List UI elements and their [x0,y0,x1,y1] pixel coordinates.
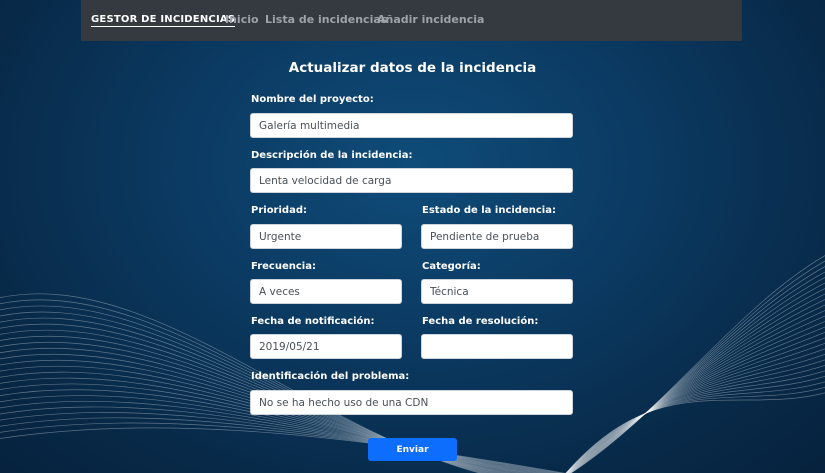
frequency-input[interactable] [250,279,402,304]
wave-line [566,370,825,473]
wave-line [0,406,551,473]
wave-line [567,332,825,473]
status-label: Estado de la incidencia: [422,205,556,216]
status-input[interactable] [421,224,573,249]
wave-line [566,342,825,473]
frequency-label: Frecuencia: [251,261,316,272]
wave-line [568,299,825,473]
problem-id-input[interactable] [250,390,573,415]
wave-line [0,422,563,473]
wave-line [567,326,825,473]
description-label: Descripción de la incidencia: [251,150,413,161]
wave-line [0,412,555,473]
wave-line [570,260,825,473]
wave-line [567,315,825,473]
wave-line [568,304,825,473]
wave-line [568,293,825,473]
wave-line [0,371,525,473]
notification-date-label: Fecha de notificación: [251,316,375,327]
wave-line [565,381,825,473]
project-name-input[interactable] [250,113,573,138]
wave-line [567,310,825,473]
wave-line [568,282,825,473]
wave-line [566,364,825,473]
wave-line [569,277,825,473]
wave-line [569,266,825,473]
wave-line [567,337,825,473]
nav-link-inicio[interactable]: Inicio [225,13,259,26]
nav-link-anadir-incidencia[interactable]: Añadir incidencia [377,13,484,26]
priority-input[interactable] [250,224,402,249]
wave-line [566,375,825,473]
project-name-label: Nombre del proyecto: [251,94,374,105]
wave-line [570,255,825,473]
wave-line [566,348,825,473]
navbar: GESTOR DE INCIDENCIAS Inicio Lista de in… [81,0,742,41]
wave-line [566,353,825,473]
category-input[interactable] [421,279,573,304]
wave-line [565,392,825,473]
priority-label: Prioridad: [251,205,307,216]
resolution-date-label: Fecha de resolución: [422,316,539,327]
nav-link-lista-incidencias[interactable]: Lista de incidencias [265,13,387,26]
resolution-date-input[interactable] [421,334,573,359]
wave-line [569,271,825,473]
wave-line [567,321,825,473]
wave-line [568,288,825,473]
notification-date-input[interactable] [250,334,402,359]
problem-id-label: Identificación del problema: [251,371,410,382]
wave-line [0,417,559,473]
form-title: Actualizar datos de la incidencia [288,60,537,76]
wave-line [566,359,825,473]
submit-button[interactable]: Enviar [368,438,457,461]
description-input[interactable] [250,168,573,193]
nav-brand[interactable]: GESTOR DE INCIDENCIAS [91,14,236,27]
wave-line [0,365,520,473]
category-label: Categoría: [422,261,481,272]
wave-line [565,386,825,473]
wave-line [0,427,566,473]
